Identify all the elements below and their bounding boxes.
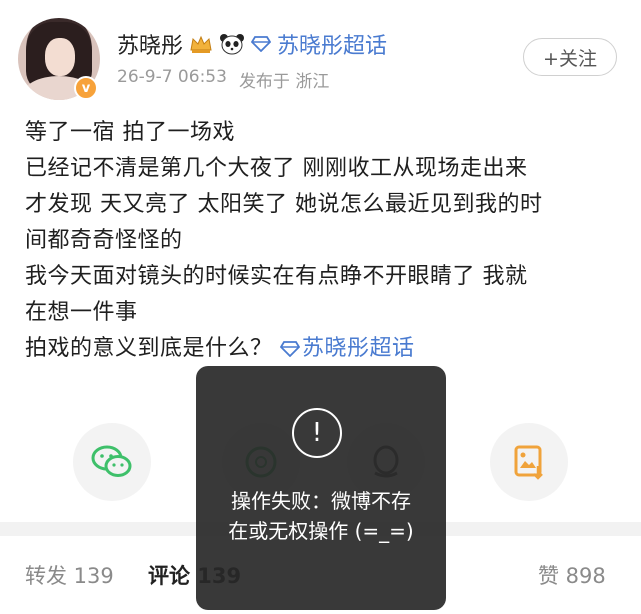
post-timestamp: 26-9-7 06:53 xyxy=(117,67,227,87)
name-row: 苏晓彤 苏晓彤超话 xyxy=(117,28,387,60)
toast-message: 操作失败：微博不存 在或无权操作 (=_=) xyxy=(228,489,414,543)
post-content: 等了一宿 拍了一场戏 已经记不清是第几个大夜了 刚刚收工从现场走出来 才发现 天… xyxy=(25,115,625,367)
post-line: 在想一件事 xyxy=(25,300,138,325)
wechat-share-button[interactable] xyxy=(73,423,151,501)
wechat-icon xyxy=(91,445,132,477)
tab-likes[interactable]: 赞 898 xyxy=(538,560,606,590)
inline-supertopic-link[interactable]: 苏晓彤超话 xyxy=(279,336,415,361)
save-image-icon xyxy=(514,445,543,480)
supertopic-link[interactable]: 苏晓彤超话 xyxy=(277,28,387,60)
post-line-last: 拍戏的意义到底是什么？ 苏晓彤超话 xyxy=(25,331,625,367)
post-meta: 26-9-7 06:53 发布于 浙江 xyxy=(117,67,329,92)
inline-supertopic-label: 苏晓彤超话 xyxy=(302,336,415,361)
save-image-button[interactable] xyxy=(490,423,568,501)
post-location: 发布于 浙江 xyxy=(238,72,330,92)
post-line: 已经记不清是第几个大夜了 刚刚收工从现场走出来 xyxy=(25,156,528,181)
error-toast: ! 操作失败：微博不存 在或无权操作 (=_=) xyxy=(196,366,446,610)
post-header: v 苏晓彤 苏晓彤超话 26-9-7 06:53 发布于 浙江 +关注 xyxy=(0,0,641,110)
crown-icon xyxy=(190,35,212,53)
post-line: 才发现 天又亮了 太阳笑了 她说怎么最近见到我的时 xyxy=(25,192,543,217)
post-line: 我今天面对镜头的时候实在有点睁不开眼睛了 我就 xyxy=(25,264,528,289)
supertopic-diamond-icon xyxy=(251,36,272,52)
post-line-text: 拍戏的意义到底是什么？ xyxy=(25,336,273,361)
verified-badge-icon: v xyxy=(74,76,98,100)
username[interactable]: 苏晓彤 xyxy=(117,28,183,60)
tab-repost[interactable]: 转发 139 xyxy=(25,560,114,590)
alert-icon: ! xyxy=(292,408,342,458)
follow-button[interactable]: +关注 xyxy=(523,38,617,76)
panda-icon xyxy=(220,34,245,55)
post-line: 间都奇奇怪怪的 xyxy=(25,228,183,253)
supertopic-diamond-icon xyxy=(279,341,301,358)
post-line: 等了一宿 拍了一场戏 xyxy=(25,120,235,145)
